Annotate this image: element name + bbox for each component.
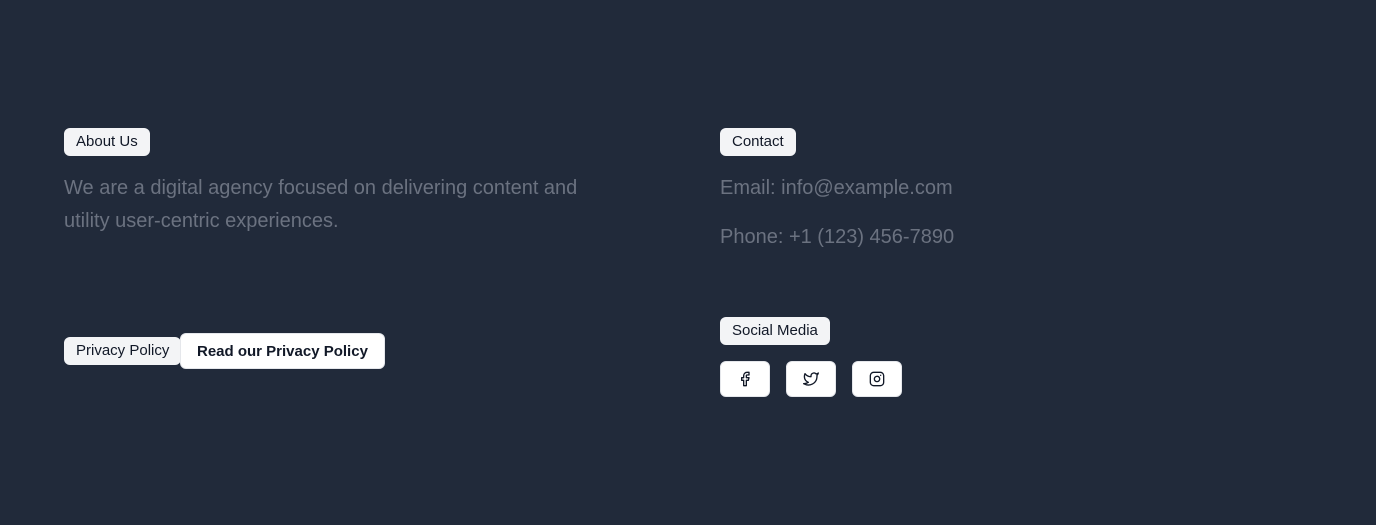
facebook-icon xyxy=(741,371,750,387)
social-media-heading-badge: Social Media xyxy=(720,317,830,345)
about-description-line-2: utility user-centric experiences. xyxy=(64,210,339,232)
facebook-button[interactable] xyxy=(720,361,770,397)
contact-heading-badge: Contact xyxy=(720,128,796,156)
privacy-policy-badge: Privacy Policy xyxy=(64,337,182,365)
contact-email: Email: info@example.com xyxy=(720,177,953,199)
contact-phone: Phone: +1 (123) 456-7890 xyxy=(720,226,955,248)
twitter-icon xyxy=(803,372,819,386)
read-privacy-policy-button[interactable]: Read our Privacy Policy xyxy=(180,333,385,369)
instagram-button[interactable] xyxy=(852,361,902,397)
about-heading-badge: About Us xyxy=(64,128,150,156)
about-description: We are a digital agency focused on deliv… xyxy=(64,172,577,238)
twitter-button[interactable] xyxy=(786,361,836,397)
about-description-line-1: We are a digital agency focused on deliv… xyxy=(64,177,578,199)
instagram-icon xyxy=(869,371,885,387)
